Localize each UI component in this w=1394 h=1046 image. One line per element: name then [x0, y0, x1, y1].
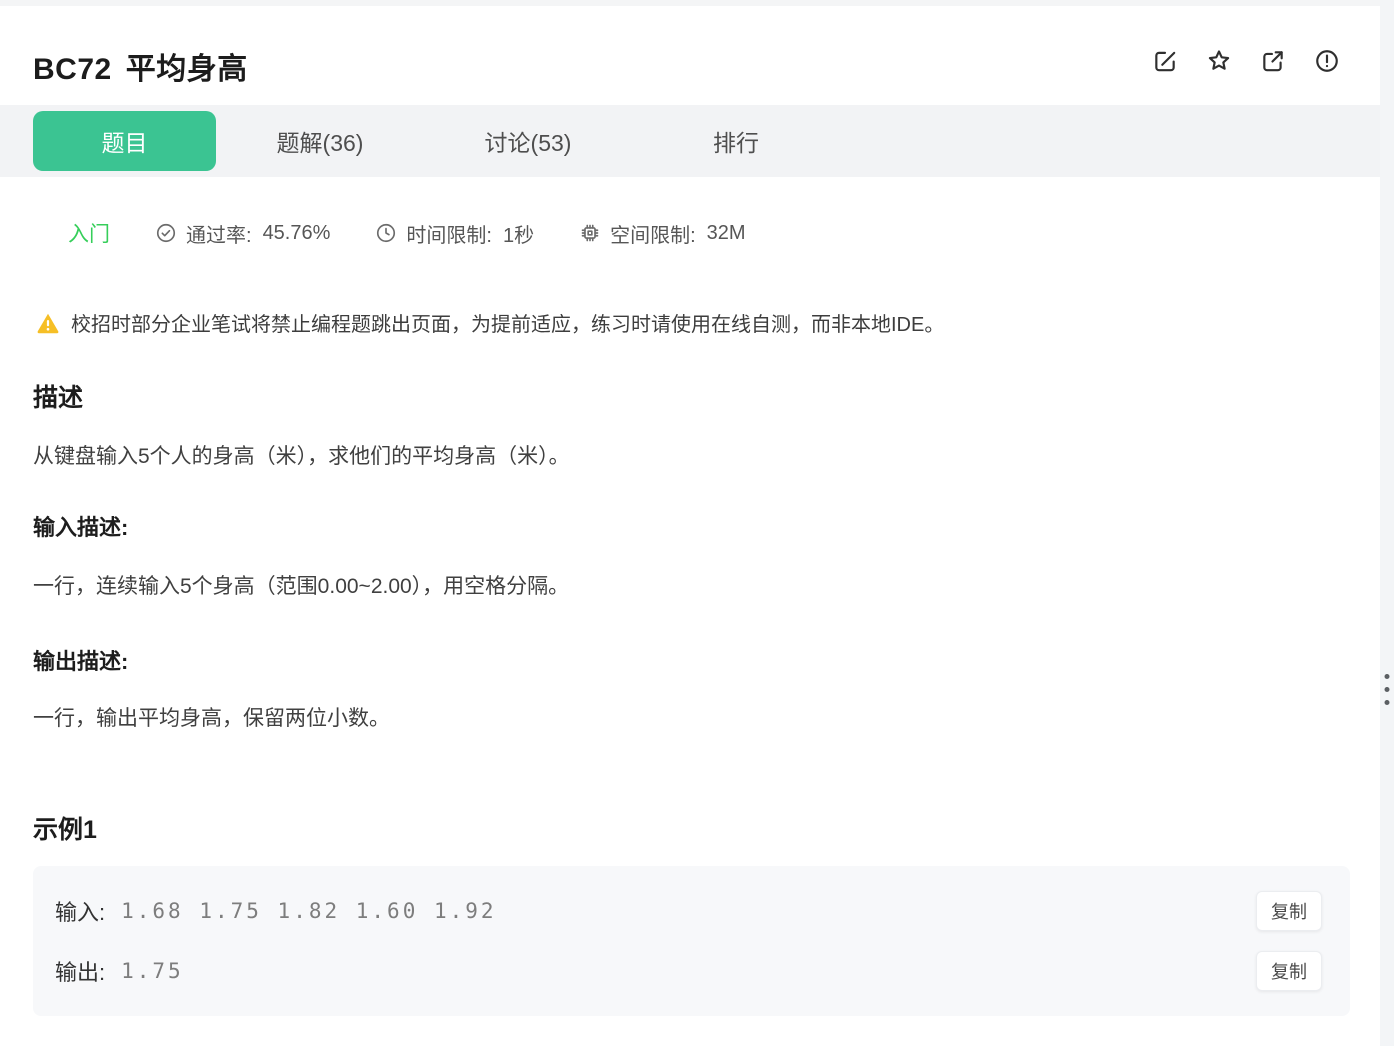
example-heading: 示例1 [33, 816, 97, 844]
warning-text: 校招时部分企业笔试将禁止编程题跳出页面，为提前适应，练习时请使用在线自测，而非本… [71, 314, 945, 336]
difficulty-badge: 入门 [68, 223, 110, 246]
tab-bar: 题目 题解(36) 讨论(53) 排行 [0, 105, 1394, 177]
time-limit-stat: 时间限制: 1秒 [375, 219, 534, 248]
star-icon[interactable] [1206, 48, 1232, 74]
right-panel-strip [1380, 0, 1394, 1046]
input-desc-heading: 输入描述: [33, 515, 129, 540]
problem-page: BC72 平均身高 题目 题解(36) 讨论(53) 排行 入门 通过率: 45… [0, 0, 1394, 1046]
time-limit-label: 时间限制: [406, 224, 492, 247]
tab-question[interactable]: 题目 [33, 111, 216, 171]
edit-icon[interactable] [1152, 48, 1178, 74]
example-output-row: 输出: 1.75 复制 [55, 950, 1322, 991]
tab-discussion[interactable]: 讨论(53) [424, 124, 632, 158]
pass-rate-value: 45.76% [262, 221, 331, 244]
chip-icon [581, 224, 599, 242]
input-desc-body: 一行，连续输入5个身高（范围0.00~2.00），用空格分隔。 [33, 575, 570, 598]
header-actions [1152, 48, 1340, 74]
copy-input-button[interactable]: 复制 [1256, 891, 1322, 932]
example-box: 输入: 1.68 1.75 1.82 1.60 1.92 复制 输出: 1.75… [33, 866, 1350, 1016]
example-output-value: 1.75 [121, 958, 184, 983]
output-desc-body: 一行，输出平均身高，保留两位小数。 [33, 707, 390, 730]
memory-limit-label: 空间限制: [610, 224, 696, 247]
example-input-value: 1.68 1.75 1.82 1.60 1.92 [121, 899, 497, 924]
panel-resize-handle[interactable] [1383, 672, 1392, 707]
description-body: 从键盘输入5个人的身高（米），求他们的平均身高（米）。 [33, 445, 570, 468]
report-icon[interactable] [1314, 48, 1340, 74]
warning-triangle-icon [37, 313, 59, 333]
example-output-label: 输出: [55, 959, 106, 985]
output-desc-heading: 输出描述: [33, 649, 129, 674]
tab-ranking[interactable]: 排行 [632, 124, 840, 158]
check-circle-icon [156, 223, 176, 243]
share-icon[interactable] [1260, 48, 1286, 74]
problem-id: BC72 [33, 53, 112, 86]
warning-banner: 校招时部分企业笔试将禁止编程题跳出页面，为提前适应，练习时请使用在线自测，而非本… [36, 308, 944, 337]
problem-name: 平均身高 [125, 53, 248, 86]
top-divider [0, 0, 1394, 6]
memory-limit-stat: 空间限制: 32M [579, 219, 746, 248]
clock-icon [377, 223, 396, 243]
copy-output-button[interactable]: 复制 [1256, 950, 1322, 991]
example-input-row: 输入: 1.68 1.75 1.82 1.60 1.92 复制 [55, 891, 1322, 932]
page-title: BC72 平均身高 [33, 44, 248, 88]
meta-row: 入门 通过率: 45.76% 时间限制: 1秒 空间限制: 32M [68, 218, 746, 248]
example-input-label: 输入: [55, 900, 106, 926]
time-limit-value: 1秒 [502, 224, 535, 247]
tab-solutions[interactable]: 题解(36) [216, 124, 424, 158]
memory-limit-value: 32M [706, 221, 746, 244]
pass-rate-stat: 通过率: 45.76% [155, 219, 330, 248]
description-heading: 描述 [33, 384, 84, 412]
pass-rate-label: 通过率: [186, 224, 252, 247]
